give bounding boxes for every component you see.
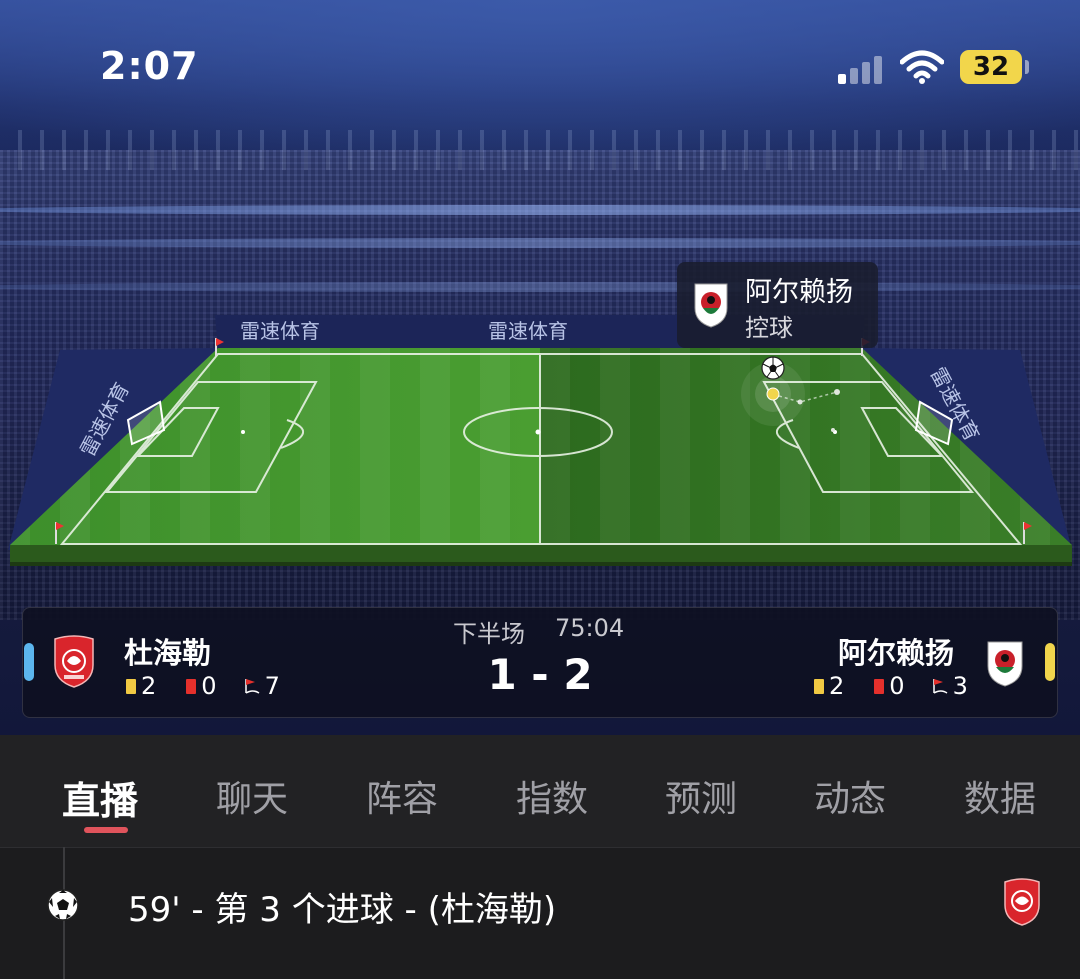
status-bar: 2:07 32 xyxy=(0,0,1080,130)
active-tab-indicator xyxy=(84,827,128,833)
possession-team-name: 阿尔赖扬 xyxy=(745,277,853,308)
home-corners: 7 xyxy=(243,672,280,700)
battery-indicator: 32 xyxy=(960,50,1022,84)
pitch-graphic: 雷速体育 雷速体育 雷速体育 雷速体育 xyxy=(8,315,1072,566)
stand-tier xyxy=(0,205,1080,215)
ad-board-text: 雷速体育 xyxy=(488,319,568,343)
corner-flag-icon xyxy=(244,679,259,694)
away-team-crest-icon xyxy=(694,283,728,328)
home-yellow-cards: 2 xyxy=(126,672,156,700)
wifi-icon xyxy=(900,50,944,84)
away-red-cards: 0 xyxy=(874,672,905,700)
tab-chat[interactable]: 聊天 xyxy=(216,770,288,822)
stand-tier xyxy=(0,282,1080,292)
red-card-icon xyxy=(874,678,885,694)
home-team-color-bar xyxy=(24,643,34,681)
tab-odds[interactable]: 指数 xyxy=(516,770,588,822)
cellular-signal-icon xyxy=(838,54,884,84)
home-corner-count: 7 xyxy=(264,672,280,700)
match-period: 下半场 xyxy=(453,620,525,648)
away-team-crest-icon[interactable] xyxy=(984,638,1026,688)
stand-tier xyxy=(0,238,1080,248)
away-team-color-bar xyxy=(1045,643,1055,681)
ad-board-text: 雷速体育 xyxy=(240,319,320,343)
red-card-icon xyxy=(186,678,197,694)
timeline-event-text: 59' - 第 3 个进球 - (杜海勒) xyxy=(128,890,557,930)
home-team-crest-icon xyxy=(1004,878,1040,926)
home-team-name[interactable]: 杜海勒 xyxy=(124,630,211,672)
away-red-count: 0 xyxy=(889,672,905,700)
home-yellow-count: 2 xyxy=(141,672,157,700)
status-time: 2:07 xyxy=(100,44,199,88)
tab-news[interactable]: 动态 xyxy=(814,770,886,822)
away-corners: 3 xyxy=(931,672,968,700)
home-red-count: 0 xyxy=(201,672,217,700)
tab-lineup[interactable]: 阵容 xyxy=(366,770,438,822)
home-team-crest-icon[interactable] xyxy=(52,635,96,689)
soccer-ball-icon xyxy=(761,356,785,380)
yellow-card-icon xyxy=(814,678,824,694)
battery-cap xyxy=(1025,60,1029,74)
tab-stats[interactable]: 数据 xyxy=(964,770,1036,822)
tab-prediction[interactable]: 预测 xyxy=(665,770,737,822)
away-yellow-count: 2 xyxy=(829,672,845,700)
away-team-stats: 2 0 3 xyxy=(814,672,980,700)
away-team-name[interactable]: 阿尔赖扬 xyxy=(838,630,954,672)
possession-tooltip: 阿尔赖扬 控球 xyxy=(677,262,878,348)
yellow-card-icon xyxy=(126,678,136,694)
away-corner-count: 3 xyxy=(952,672,968,700)
match-score: 1 - 2 xyxy=(487,650,593,699)
tab-live[interactable]: 直播 xyxy=(62,770,138,825)
match-clock: 75:04 xyxy=(555,614,625,642)
possession-state: 控球 xyxy=(745,314,793,342)
away-yellow-cards: 2 xyxy=(814,672,844,700)
soccer-ball-icon xyxy=(47,889,79,921)
home-team-stats: 2 0 7 xyxy=(126,672,292,700)
corner-flag-icon xyxy=(932,679,947,694)
home-red-cards: 0 xyxy=(186,672,217,700)
